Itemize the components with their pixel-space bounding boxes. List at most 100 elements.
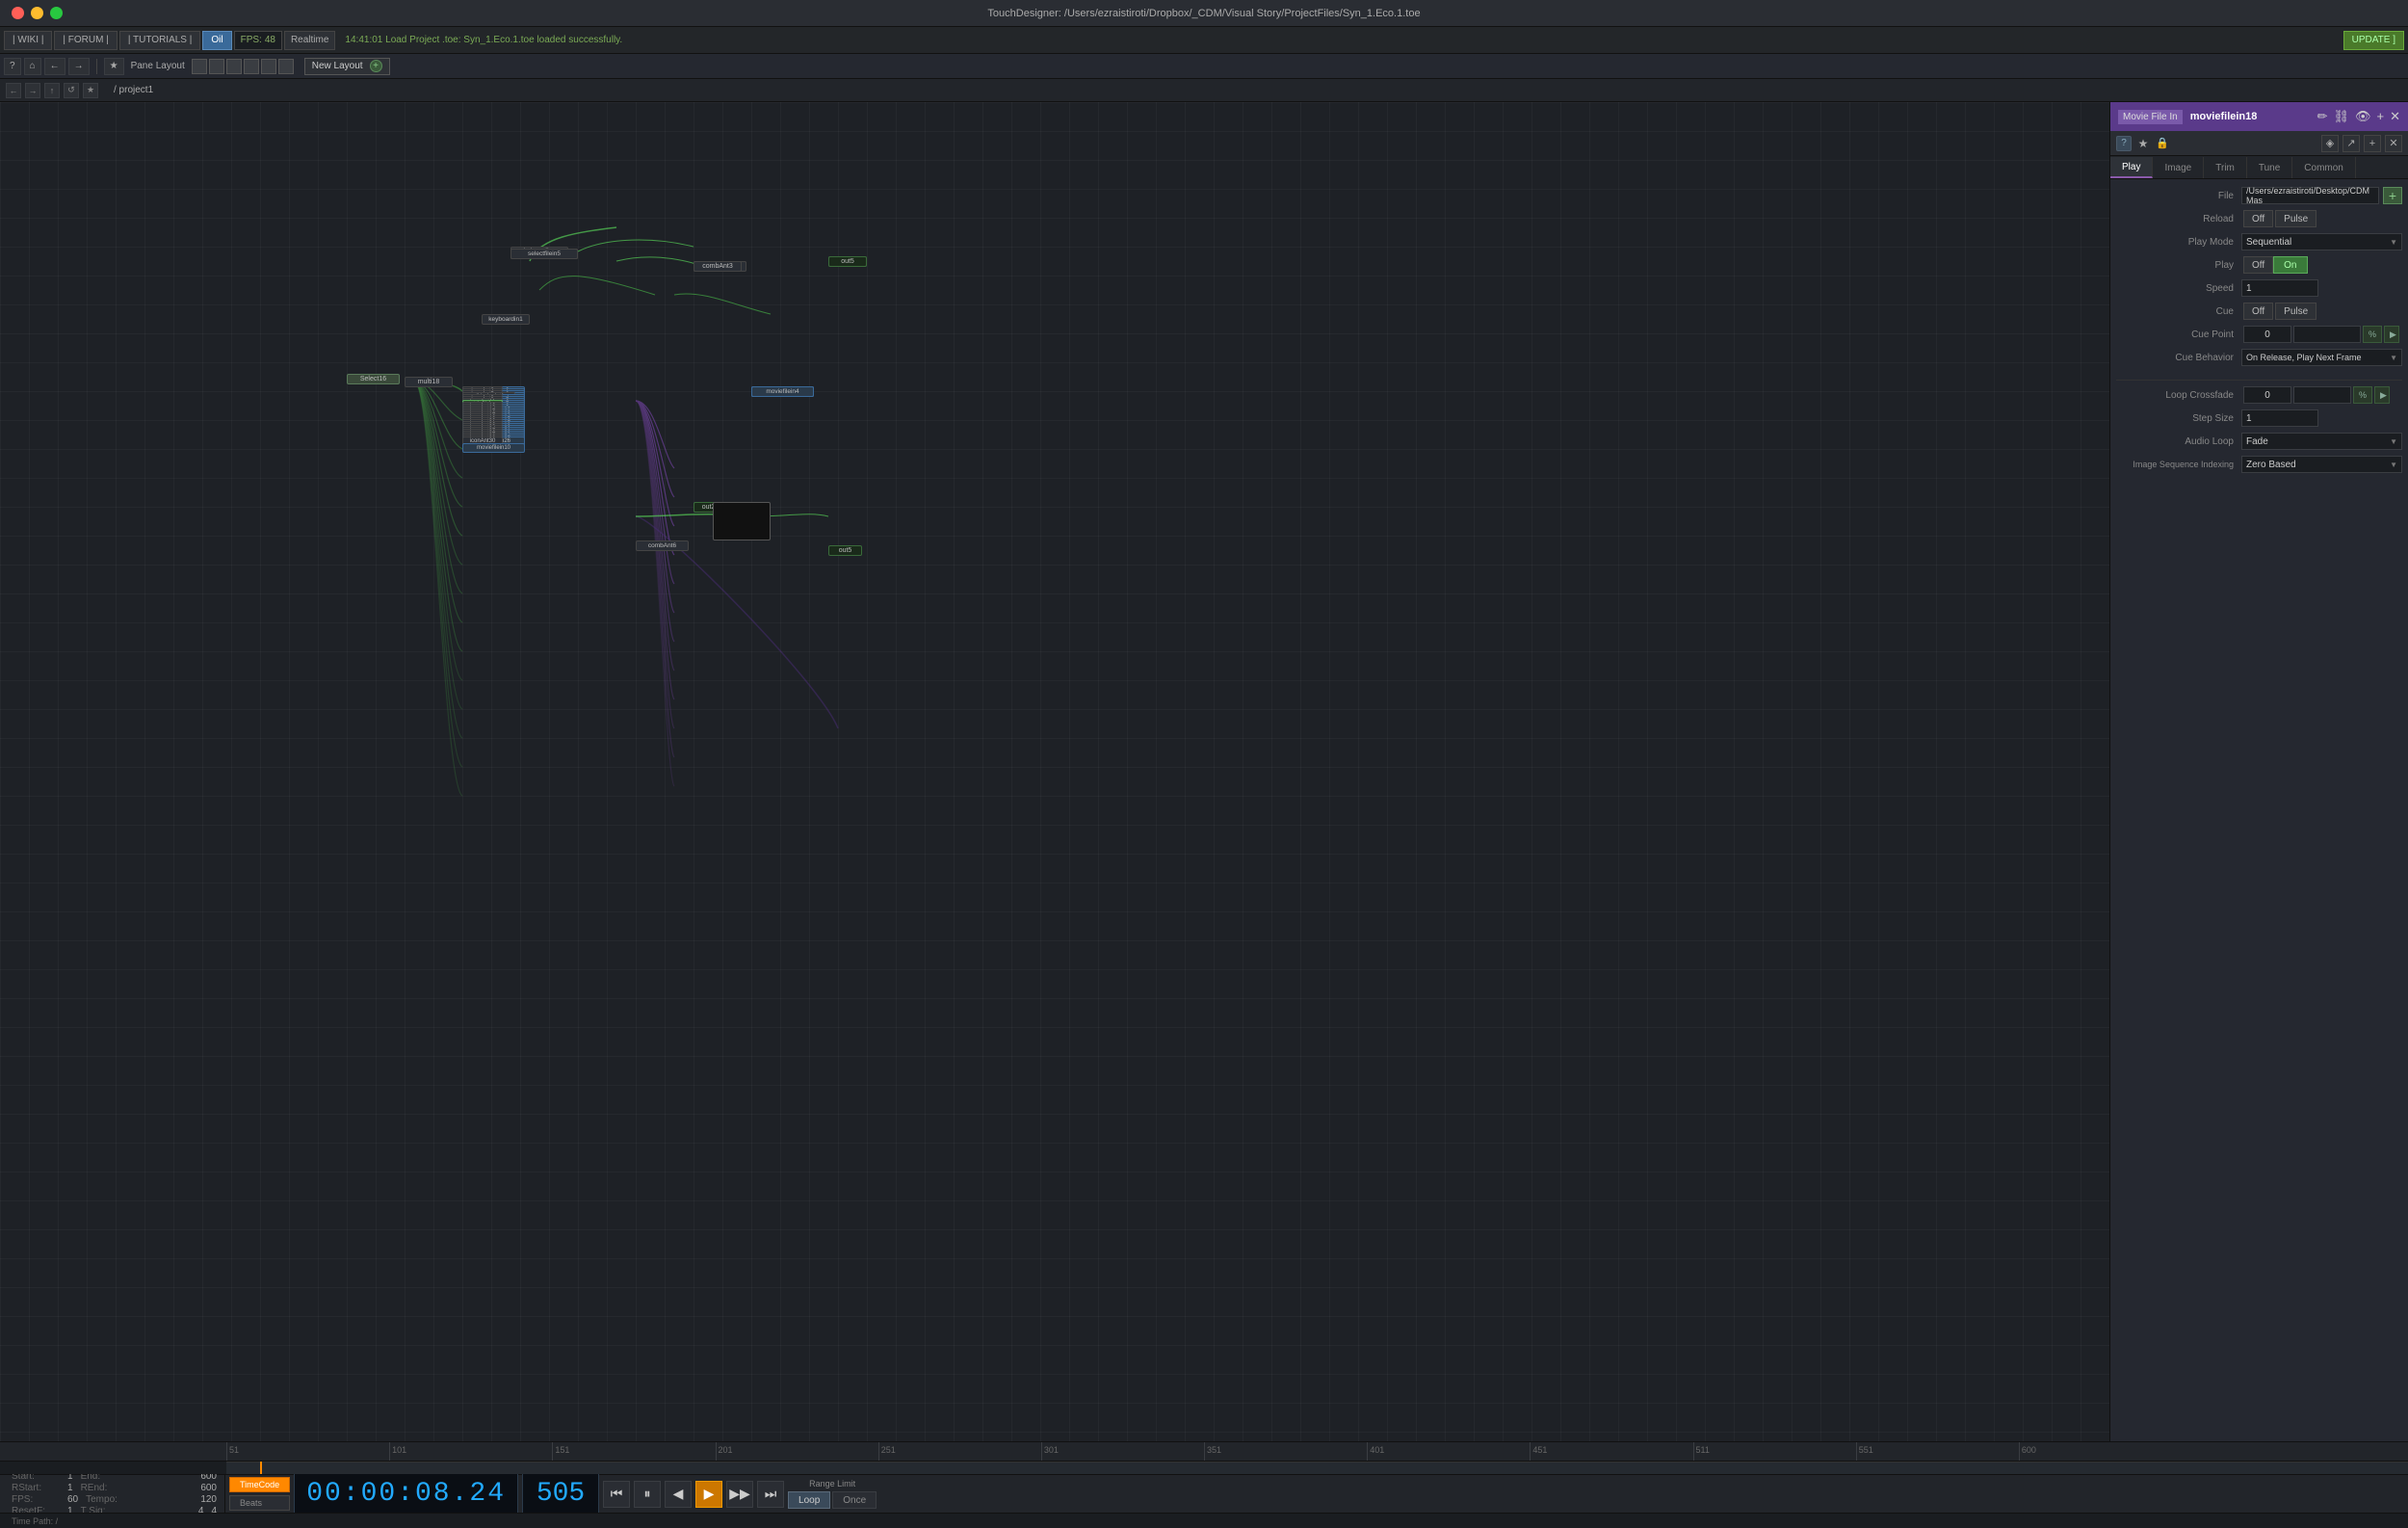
pane-icon-2[interactable] (209, 59, 224, 74)
tab-play[interactable]: Play (2110, 157, 2153, 178)
fps-val-info: 60 (67, 1494, 78, 1505)
cue-off-button[interactable]: Off (2243, 303, 2273, 320)
timeline-track[interactable] (0, 1462, 2408, 1474)
audio-loop-dropdown[interactable]: Fade (2241, 433, 2402, 450)
panel-icon-close[interactable]: ✕ (2390, 109, 2400, 124)
close-button[interactable] (12, 7, 24, 19)
audio-loop-label: Audio Loop (2116, 436, 2241, 447)
node-multi[interactable]: multi18 (405, 377, 453, 387)
panel-toolbar: ? ★ 🔒 ◈ ↗ + ✕ (2110, 131, 2408, 156)
node-mfi-n4[interactable]: moviefilein4 (751, 386, 814, 397)
path-home-button[interactable]: ★ (83, 83, 98, 98)
reload-off-button[interactable]: Off (2243, 210, 2273, 227)
node-out5-b[interactable]: out5 (828, 545, 862, 556)
transport-step-fwd[interactable]: ▶▶ (726, 1481, 753, 1508)
pane-layout-label: Pane Layout (127, 61, 189, 71)
pane-icon-4[interactable] (244, 59, 259, 74)
cue-point-bar[interactable] (2293, 326, 2361, 343)
panel-action-1[interactable]: ◈ (2321, 135, 2339, 152)
timecode-tab[interactable]: TimeCode (229, 1477, 290, 1492)
timecode-display[interactable]: 00:00:08.24 (294, 1473, 518, 1515)
audio-loop-row: Audio Loop Fade (2116, 431, 2402, 452)
play-off-button[interactable]: Off (2243, 256, 2273, 274)
tab-trim[interactable]: Trim (2204, 157, 2247, 178)
node-sel5[interactable]: selectfilein5 (510, 249, 578, 259)
frame-display[interactable]: 505 (522, 1473, 599, 1515)
cue-behavior-dropdown[interactable]: On Release, Play Next Frame (2241, 349, 2402, 366)
reload-pulse-button[interactable]: Pulse (2275, 210, 2316, 227)
forum-button[interactable]: | FORUM | (54, 31, 117, 50)
playhead[interactable] (260, 1462, 262, 1474)
panel-action-3[interactable]: + (2364, 135, 2381, 152)
panel-icon-viewer[interactable]: 👁 (2355, 109, 2371, 124)
path-forward-button[interactable]: → (25, 83, 40, 98)
tab-tune[interactable]: Tune (2247, 157, 2292, 178)
panel-action-2[interactable]: ↗ (2343, 135, 2360, 152)
loop-crossfade-end[interactable]: ▶ (2374, 386, 2390, 404)
panel-icon-pencil[interactable]: ✏ (2317, 109, 2328, 124)
pane-icon-3[interactable] (226, 59, 242, 74)
maximize-button[interactable] (50, 7, 63, 19)
ng-bot3[interactable]: moviefilein10 (462, 443, 525, 453)
help-toggle-button[interactable]: ? (4, 58, 21, 75)
pane-icon-6[interactable] (278, 59, 294, 74)
play-mode-row: Play Mode Sequential (2116, 231, 2402, 252)
beats-tab[interactable]: Beats (229, 1495, 290, 1511)
node-out5[interactable]: out5 (828, 256, 867, 267)
play-on-button[interactable]: On (2273, 256, 2307, 274)
panel-action-4[interactable]: ✕ (2385, 135, 2402, 152)
home-button[interactable]: ⌂ (24, 58, 41, 75)
cue-pulse-button[interactable]: Pulse (2275, 303, 2316, 320)
transport-play[interactable]: ▶ (695, 1481, 722, 1508)
panel-icon-link[interactable]: ⛓ (2333, 109, 2349, 124)
ruler-301: 301 (1041, 1442, 1204, 1461)
transport-pause[interactable]: ⏸ (634, 1481, 661, 1508)
cue-end-button[interactable]: ▶ (2384, 326, 2399, 343)
back-button[interactable]: ← (44, 58, 65, 75)
forward-button[interactable]: → (68, 58, 90, 75)
bookmark-button[interactable]: ★ (104, 58, 124, 75)
lock-button[interactable]: 🔒 (2155, 136, 2170, 151)
node-combAnt6[interactable]: combAnt6 (636, 540, 689, 551)
wiki-button[interactable]: | WIKI | (4, 31, 52, 50)
node-canvas[interactable]: switcher1 line85 selectfilein1 selectfil… (0, 102, 2109, 1441)
loop-crossfade-bar[interactable] (2293, 386, 2351, 404)
loop-crossfade-pct[interactable]: % (2353, 386, 2372, 404)
file-value[interactable]: /Users/ezraistiroti/Desktop/CDM Mas (2241, 187, 2379, 204)
transport-rewind[interactable]: ⏮ (603, 1481, 630, 1508)
node-preview[interactable] (713, 502, 771, 540)
tutorials-button[interactable]: | TUTORIALS | (119, 31, 201, 50)
update-button[interactable]: UPDATE ] (2343, 31, 2404, 50)
status-message: 14:41:01 Load Project .toe: Syn_1.Eco.1.… (337, 35, 2341, 45)
file-add-button[interactable]: + (2383, 187, 2402, 204)
cue-point-value[interactable]: 0 (2243, 326, 2291, 343)
path-up-button[interactable]: ↑ (44, 83, 60, 98)
image-seq-dropdown[interactable]: Zero Based (2241, 456, 2402, 473)
tab-common[interactable]: Common (2292, 157, 2356, 178)
star-button[interactable]: ★ (2135, 136, 2151, 151)
minimize-button[interactable] (31, 7, 43, 19)
new-layout-label: New Layout (312, 61, 363, 71)
realtime-button[interactable]: Realtime (284, 31, 335, 50)
step-size-value[interactable]: 1 (2241, 409, 2318, 427)
transport-end[interactable]: ⏭ (757, 1481, 784, 1508)
pane-icon-5[interactable] (261, 59, 276, 74)
loop-crossfade-value[interactable]: 0 (2243, 386, 2291, 404)
play-mode-dropdown[interactable]: Sequential (2241, 233, 2402, 250)
new-layout-button[interactable]: New Layout + (304, 58, 390, 75)
cue-pct-button[interactable]: % (2363, 326, 2382, 343)
speed-value[interactable]: 1 (2241, 279, 2318, 297)
once-button[interactable]: Once (832, 1491, 877, 1509)
tab-image[interactable]: Image (2153, 157, 2204, 178)
loop-button[interactable]: Loop (788, 1491, 830, 1509)
node-select16[interactable]: Select16 (347, 374, 400, 384)
transport-step-back[interactable]: ◀ (665, 1481, 692, 1508)
help-button[interactable]: ? (2116, 136, 2132, 151)
oil-button[interactable]: Oil (202, 31, 231, 50)
node-keyb[interactable]: keyboardin1 (482, 314, 530, 325)
panel-icon-add[interactable]: + (2377, 109, 2385, 124)
path-refresh-button[interactable]: ↺ (64, 83, 79, 98)
node-comb3[interactable]: combAnt3 (694, 261, 742, 272)
pane-icon-1[interactable] (192, 59, 207, 74)
path-back-button[interactable]: ← (6, 83, 21, 98)
